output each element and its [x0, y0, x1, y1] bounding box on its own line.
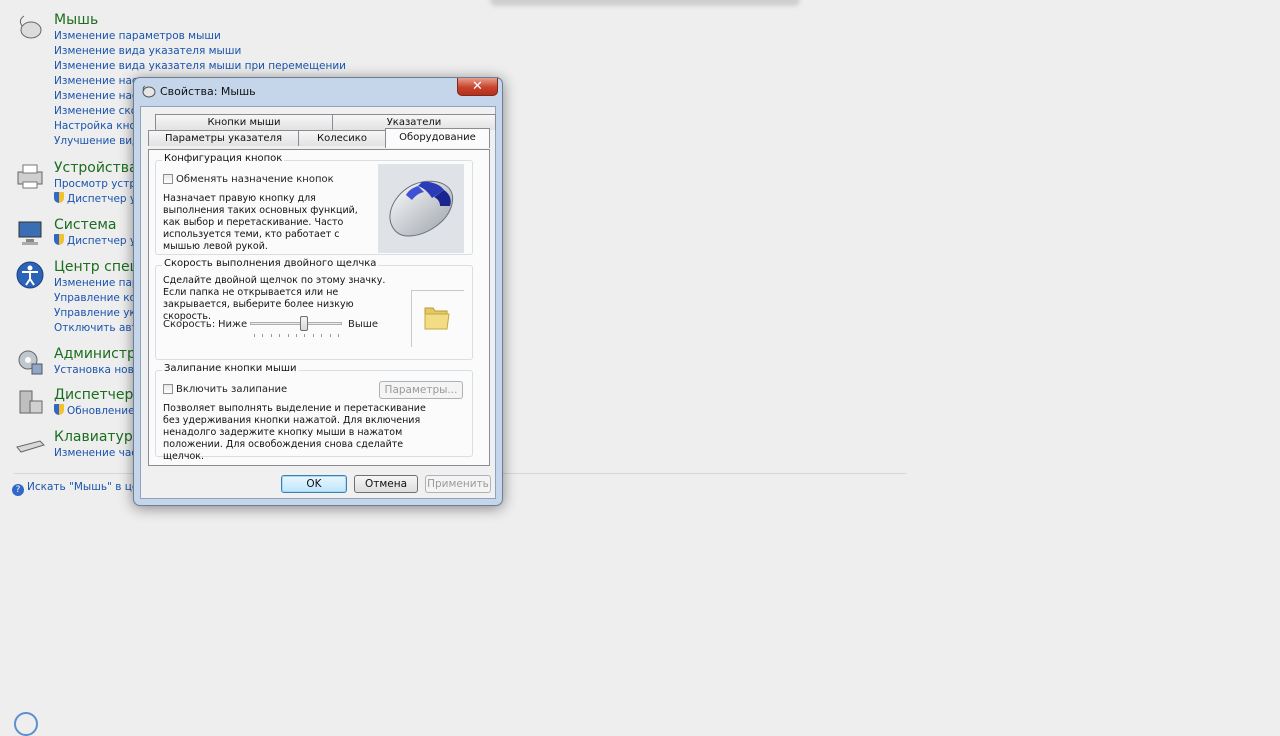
cp-link-label: Изменение скор [54, 105, 144, 117]
cp-link-list: Обновление [54, 404, 135, 419]
double-click-group: Скорость выполнения двойного щелчка Сдел… [155, 258, 473, 360]
slider-tick [338, 334, 339, 337]
ok-button[interactable]: OK [281, 475, 347, 493]
slider-tick [296, 334, 297, 337]
cp-group-title[interactable]: Система [54, 217, 116, 233]
group-title: Конфигурация кнопок [162, 153, 285, 164]
slider-tick [262, 334, 263, 337]
computer-icon [18, 221, 42, 245]
cp-link-label: Улучшение вид [54, 135, 140, 147]
cp-link-label: Изменение параметров мыши [54, 30, 221, 42]
tab-label: Оборудование [399, 132, 476, 143]
cp-link[interactable]: Обновление [54, 404, 135, 419]
mouse-icon [19, 15, 42, 39]
mouse-properties-dialog: Свойства: Мышь ✕ Кнопки мыши Указатели П… [133, 77, 503, 506]
switch-buttons-checkbox[interactable]: Обменять назначение кнопок [163, 174, 334, 185]
slider-tick [304, 334, 305, 337]
cp-link-label: Управление ком [54, 292, 144, 304]
cp-link-label: Обновление [67, 405, 135, 417]
slider-tick [288, 334, 289, 337]
slider-tick [254, 334, 255, 337]
printer-icon [17, 164, 43, 189]
button-config-description: Назначает правую кнопку для выполнения т… [163, 193, 358, 252]
slider-tick [330, 334, 331, 337]
group-title: Залипание кнопки мыши [162, 363, 299, 374]
mouse-icon [142, 85, 156, 98]
cp-link[interactable]: Установка ново [54, 363, 140, 378]
cp-link[interactable]: Изменение вида указателя мыши [54, 44, 346, 59]
cp-link-label: Просмотр устро [54, 178, 143, 190]
mouse-illustration [378, 164, 464, 253]
cp-link[interactable]: Изменение вида указателя мыши при переме… [54, 59, 346, 74]
button-configuration-group: Конфигурация кнопок Обменять назначение … [155, 153, 473, 255]
cp-link-label: Настройка кноп [54, 120, 143, 132]
dialog-titlebar[interactable]: Свойства: Мышь ✕ [134, 78, 502, 106]
accessibility-icon [16, 261, 44, 289]
slider-tick [271, 334, 272, 337]
slower-label: Ниже [218, 319, 248, 330]
mouse-image-icon [389, 180, 454, 237]
cp-link-label: Установка ново [54, 364, 141, 376]
uac-shield-icon [54, 404, 64, 415]
tab-label: Кнопки мыши [207, 117, 281, 128]
close-button[interactable]: ✕ [457, 78, 498, 96]
help-icon: ? [12, 484, 24, 496]
cp-link-label: Изменение част [54, 447, 144, 459]
cp-link-label: Изменение наст [54, 75, 144, 87]
clicklock-settings-button[interactable]: Параметры... [379, 381, 463, 399]
tab-hardware[interactable]: Оборудование [385, 128, 490, 148]
checkbox-label: Обменять назначение кнопок [176, 174, 334, 185]
cp-group-title[interactable]: Клавиатура [54, 429, 141, 445]
checkbox-label: Включить залипание [176, 384, 288, 395]
cp-group-title[interactable]: Мышь [54, 12, 98, 28]
blurred-watermark [490, 0, 800, 6]
test-folder-area[interactable] [411, 290, 464, 347]
cp-link-label: Изменение вида указателя мыши при переме… [54, 60, 346, 72]
device-manager-icon [19, 390, 43, 414]
tab-mouse-buttons[interactable]: Кнопки мыши [155, 114, 333, 130]
cp-link[interactable]: Изменение част [54, 446, 143, 461]
close-icon: ✕ [472, 79, 483, 94]
slider-track[interactable] [250, 322, 342, 325]
partial-icon [14, 712, 38, 736]
cp-link-list: Изменение част [54, 446, 143, 461]
clicklock-group: Залипание кнопки мыши Включить залипание… [155, 363, 473, 462]
apply-button[interactable]: Применить [425, 475, 491, 493]
search-help-label: Искать "Мышь" в цен [27, 481, 146, 493]
dialog-title: Свойства: Мышь [160, 85, 256, 98]
checkbox-box[interactable] [163, 174, 173, 184]
dialog-client: Кнопки мыши Указатели Параметры указател… [140, 106, 496, 499]
checkbox-box[interactable] [163, 384, 173, 394]
tab-panel: Конфигурация кнопок Обменять назначение … [148, 149, 490, 466]
uac-shield-icon [54, 234, 64, 245]
tab-pointer-options[interactable]: Параметры указателя [148, 130, 299, 146]
tab-label: Колесико [317, 133, 367, 144]
cp-link[interactable]: Изменение параметров мыши [54, 29, 346, 44]
cancel-button[interactable]: Отмена [354, 475, 418, 493]
clicklock-checkbox[interactable]: Включить залипание [163, 384, 287, 395]
keyboard-icon [16, 440, 45, 453]
slider-tick [321, 334, 322, 337]
cp-link-label: Изменение наст [54, 90, 144, 102]
speed-label: Скорость: [163, 319, 216, 330]
tab-wheel[interactable]: Колесико [298, 130, 386, 146]
admin-tools-icon [18, 350, 43, 375]
tab-label: Параметры указателя [165, 133, 282, 144]
clicklock-description: Позволяет выполнять выделение и перетаск… [163, 403, 426, 462]
cp-group-title[interactable]: Администри [54, 346, 145, 362]
slider-tick [313, 334, 314, 337]
uac-shield-icon [54, 192, 64, 203]
cp-link-label: Отключить авто [54, 322, 145, 334]
cp-link-label: Управление ука [54, 307, 143, 319]
folder-icon[interactable] [422, 303, 452, 333]
slider-thumb[interactable] [300, 316, 308, 331]
slider-tick [279, 334, 280, 337]
group-title: Скорость выполнения двойного щелчка [162, 258, 379, 269]
search-help-link[interactable]: ? Искать "Мышь" в цен [12, 481, 145, 496]
tab-label: Указатели [386, 117, 442, 128]
double-click-speed-slider[interactable] [250, 316, 342, 340]
cp-link-list: Установка ново [54, 363, 140, 378]
faster-label: Выше [348, 319, 379, 330]
cp-link-label: Изменение вида указателя мыши [54, 45, 242, 57]
